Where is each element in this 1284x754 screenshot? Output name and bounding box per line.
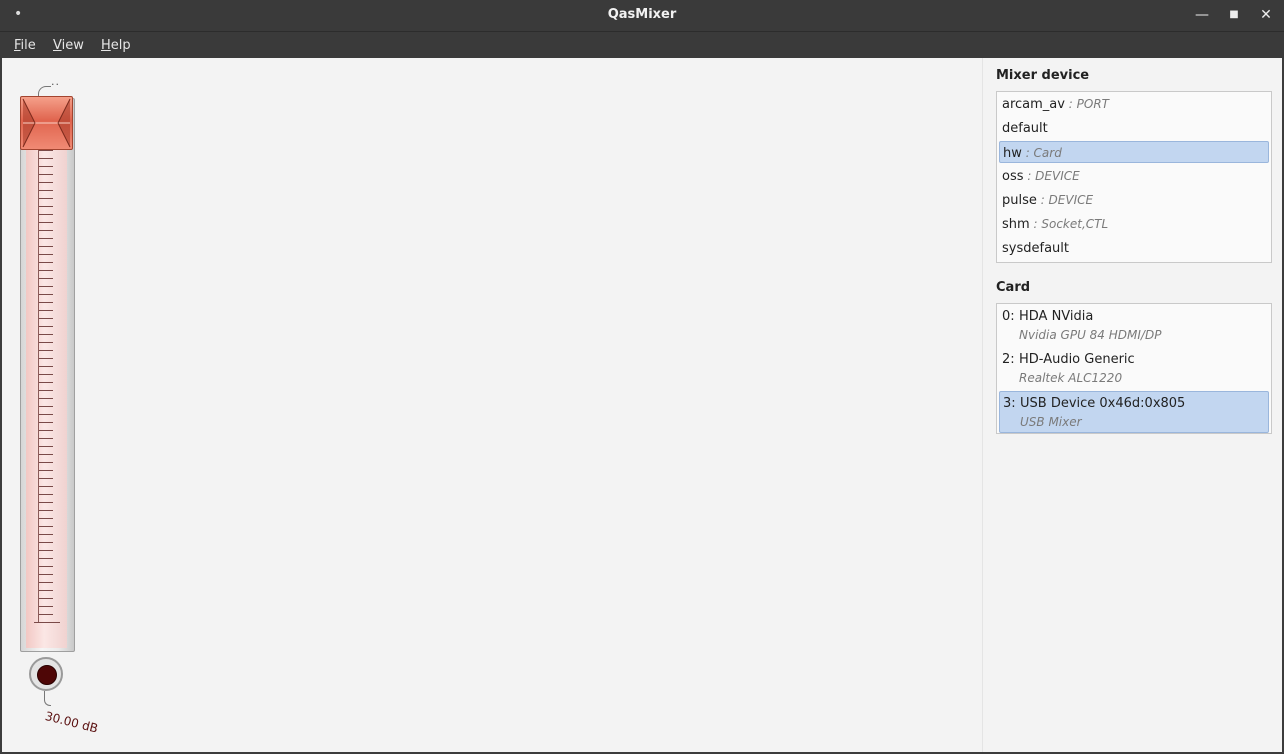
card-item-selected[interactable]: 3: USB Device 0x46d:0x805 USB Mixer xyxy=(999,391,1269,433)
mixer-device-item[interactable]: default xyxy=(999,117,1269,139)
menu-file[interactable]: File xyxy=(14,38,36,53)
mixer-device-item-selected[interactable]: hw : Card xyxy=(999,141,1269,163)
panel-divider[interactable] xyxy=(982,58,983,752)
mixer-device-item[interactable]: oss : DEVICE xyxy=(999,165,1269,187)
slider-scale-bottom xyxy=(34,622,60,623)
card-item[interactable]: 0: HDA NVidia Nvidia GPU 84 HDMI/DP xyxy=(999,305,1269,347)
mixer-device-item[interactable]: pulse : DEVICE xyxy=(999,189,1269,211)
main-content: ·· 30.00 dB Mixer device arcam_av : PORT xyxy=(2,58,1282,752)
card-item[interactable]: 2: HD-Audio Generic Realtek ALC1220 xyxy=(999,348,1269,390)
title-bar: • QasMixer — ■ ✕ xyxy=(0,0,1284,31)
menu-view[interactable]: View xyxy=(53,38,84,53)
mute-toggle-button[interactable] xyxy=(29,657,63,691)
mixer-device-item[interactable]: shm : Socket,CTL xyxy=(999,213,1269,235)
slider-top-marker: ·· xyxy=(51,78,60,91)
slider-scale-ticks xyxy=(39,150,53,622)
mute-indicator-icon xyxy=(37,665,57,685)
volume-slider-area: ·· 30.00 dB xyxy=(2,58,122,752)
mixer-device-item[interactable]: sysdefault xyxy=(999,237,1269,259)
card-title: Card xyxy=(996,280,1031,295)
volume-value-label: 30.00 dB xyxy=(43,709,100,736)
mixer-device-list[interactable]: arcam_av : PORT default hw : Card oss : … xyxy=(996,91,1272,263)
menu-help[interactable]: Help xyxy=(101,38,131,53)
card-list[interactable]: 0: HDA NVidia Nvidia GPU 84 HDMI/DP 2: H… xyxy=(996,303,1272,434)
mixer-device-title: Mixer device xyxy=(996,68,1090,83)
window-title: QasMixer xyxy=(607,7,677,22)
volume-slider-handle[interactable] xyxy=(20,96,73,150)
value-label-stem xyxy=(44,691,51,706)
maximize-icon[interactable]: ■ xyxy=(1223,4,1245,26)
handle-ornament-icon xyxy=(22,98,71,148)
mixer-device-item[interactable]: arcam_av : PORT xyxy=(999,93,1269,115)
menu-bar: File View Help xyxy=(0,31,1284,59)
close-icon[interactable]: ✕ xyxy=(1255,4,1277,26)
minimize-icon[interactable]: — xyxy=(1191,4,1213,26)
